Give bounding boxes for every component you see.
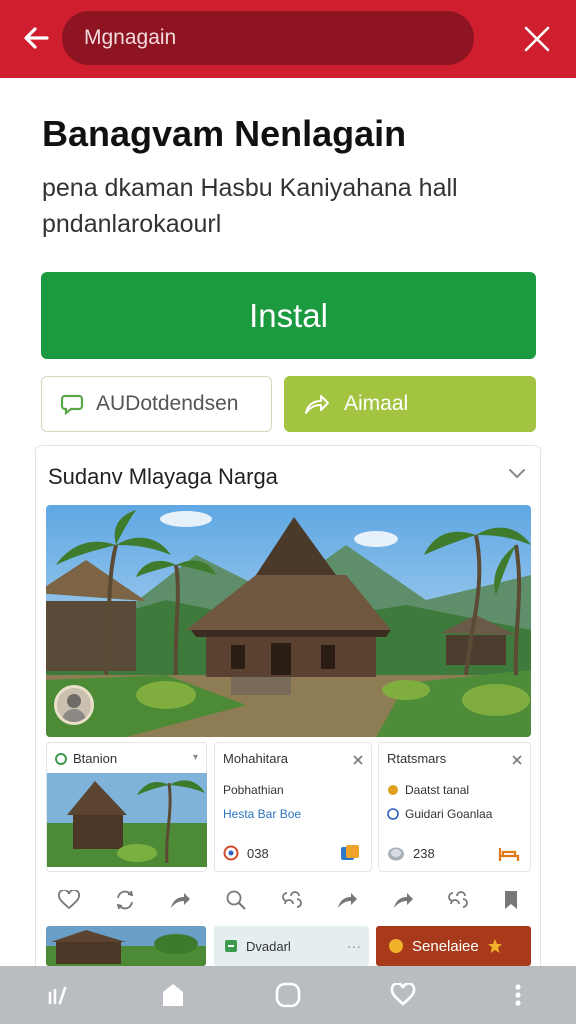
mini-card-header: Btanion xyxy=(55,751,117,766)
close-small-icon[interactable] xyxy=(353,755,363,765)
recents-icon xyxy=(48,986,66,1005)
action-row xyxy=(46,883,531,917)
mini-card-footer: 038 xyxy=(223,845,269,861)
install-label: Instal xyxy=(249,296,328,334)
target-icon xyxy=(223,845,239,861)
mini-card-footer: 238 xyxy=(387,845,435,861)
strip-right-label: Senelaiee xyxy=(412,937,479,955)
share-button-label: Aimaal xyxy=(344,392,409,415)
close-icon xyxy=(524,26,550,52)
mini-card-header: Mohahitara xyxy=(223,751,288,766)
close-small-icon[interactable] xyxy=(512,755,522,765)
chevron-down-icon[interactable] xyxy=(508,466,526,480)
mini-card-title: Btanion xyxy=(73,751,118,766)
back-button[interactable] xyxy=(14,18,58,58)
heart-icon xyxy=(390,983,416,1006)
heart-icon[interactable] xyxy=(58,890,80,910)
share-arrow-icon xyxy=(305,395,329,414)
top-app-bar: Mgnagain xyxy=(0,0,576,78)
tag-icon xyxy=(388,785,398,795)
home-icon xyxy=(162,984,183,1006)
minus-box-icon xyxy=(225,940,237,952)
mini-card-1[interactable]: Btanion ▾ xyxy=(46,742,207,872)
more-vertical-icon xyxy=(515,984,522,1006)
hut-thumbnail xyxy=(47,773,207,867)
bed-icon[interactable] xyxy=(498,845,520,863)
page-title: Banagvam Nenlagain xyxy=(42,113,407,154)
avatar-person-icon xyxy=(61,694,87,722)
link-icon[interactable] xyxy=(447,890,469,910)
card-title: Sudanv Mlayaga Narga xyxy=(48,464,278,489)
more-dots-icon[interactable]: ··· xyxy=(347,938,361,954)
avatar[interactable] xyxy=(54,685,94,725)
mini-card-line: Daatst tanal xyxy=(387,783,469,797)
strip-pill-mid[interactable]: Dvadarl ··· xyxy=(214,926,369,966)
star-icon xyxy=(487,939,502,953)
share-icon[interactable] xyxy=(392,890,414,910)
share-icon[interactable] xyxy=(336,890,358,910)
mini-card-line-text: Guidari Goanlaa xyxy=(405,807,493,821)
system-nav-bar xyxy=(0,966,576,1024)
hut-thumbnail xyxy=(46,926,206,966)
secondary-button[interactable]: AUDotdendsen xyxy=(41,376,272,432)
home-button[interactable] xyxy=(115,966,230,1024)
search-icon[interactable] xyxy=(225,890,247,910)
pin-icon xyxy=(55,752,67,765)
strip-mid-label: Dvadarl xyxy=(246,938,291,954)
secondary-button-label: AUDotdendsen xyxy=(96,392,239,415)
village-house-illustration xyxy=(46,505,531,737)
link-icon[interactable] xyxy=(281,890,303,910)
hero-image[interactable] xyxy=(46,505,531,737)
mini-card-line-text: Daatst tanal xyxy=(405,783,470,797)
mini-card-link-text: Hesta Bar Boe xyxy=(223,807,302,821)
recents-button[interactable] xyxy=(0,966,115,1024)
feed-card: Sudanv Mlayaga Narga Btanion ▾ Mohahitar… xyxy=(35,445,541,1005)
mini-card-line: Guidari Goanlaa xyxy=(387,807,492,821)
favorites-button[interactable] xyxy=(346,966,461,1024)
mini-card-line-text: Pobhathian xyxy=(223,783,284,797)
strip-pill-right[interactable]: Senelaiee xyxy=(376,926,531,966)
arrow-left-icon xyxy=(24,27,49,49)
mini-card-header: Rtatsmars xyxy=(387,751,446,766)
close-button[interactable] xyxy=(514,16,560,62)
globe-icon xyxy=(388,847,404,861)
mini-card-3[interactable]: Rtatsmars Daatst tanal Guidari Goanlaa 2… xyxy=(378,742,531,872)
mini-card-title: Mohahitara xyxy=(223,751,289,766)
info-icon xyxy=(387,808,399,820)
bookmark-icon[interactable] xyxy=(503,890,519,910)
share-icon[interactable] xyxy=(169,890,191,910)
address-text: Mgnagain xyxy=(84,26,177,49)
mini-card-title: Rtatsmars xyxy=(387,751,447,766)
repost-icon[interactable] xyxy=(114,890,136,910)
circle-button[interactable] xyxy=(230,966,345,1024)
page-description: pena dkaman Hasbu Kaniyahana hall pndanl… xyxy=(42,174,458,238)
mini-card-2[interactable]: Mohahitara Pobhathian Hesta Bar Boe 038 xyxy=(214,742,372,872)
mini-card-count: 238 xyxy=(413,845,435,861)
strip-thumbnail[interactable] xyxy=(46,926,206,966)
share-button[interactable]: Aimaal xyxy=(284,376,536,432)
mini-card-count: 038 xyxy=(247,845,269,861)
cards-icon[interactable] xyxy=(339,843,361,863)
install-button[interactable]: Instal xyxy=(41,272,536,359)
badge-icon xyxy=(389,939,403,953)
address-bar[interactable]: Mgnagain xyxy=(62,11,474,65)
more-button[interactable] xyxy=(461,966,576,1024)
chat-bubble-icon xyxy=(60,394,84,416)
caret-icon[interactable]: ▾ xyxy=(193,752,198,763)
mini-card-link[interactable]: Hesta Bar Boe xyxy=(223,807,301,821)
home-circle-icon xyxy=(275,982,301,1008)
mini-card-line: Pobhathian xyxy=(223,783,284,797)
